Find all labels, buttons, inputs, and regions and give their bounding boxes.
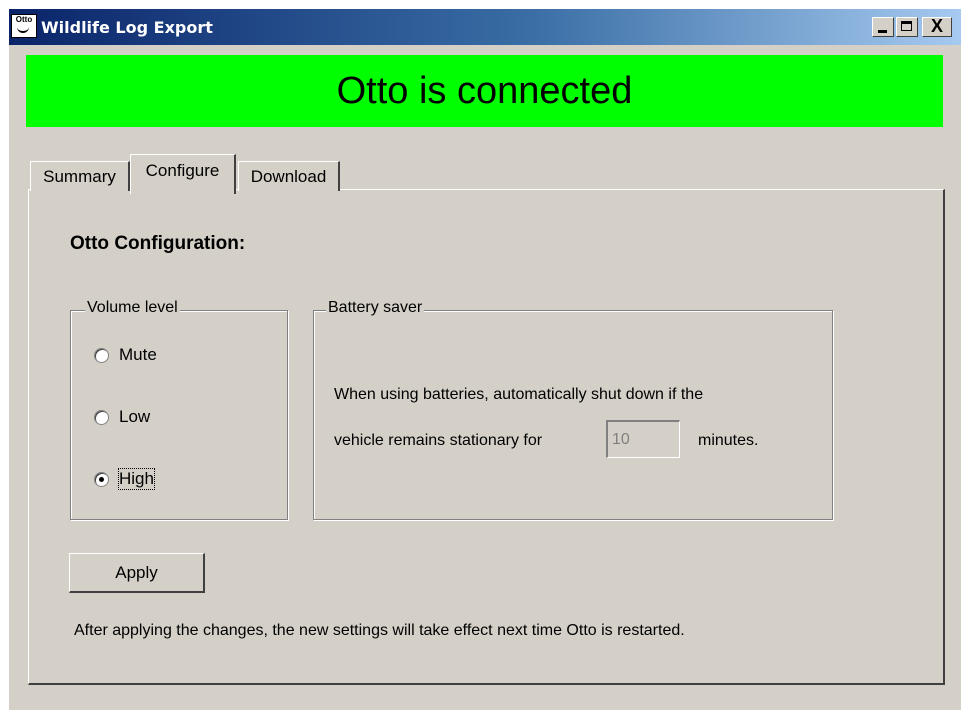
radio-label-low[interactable]: Low: [119, 407, 150, 427]
close-button[interactable]: X: [922, 16, 952, 37]
radio-high[interactable]: High: [94, 468, 155, 490]
battery-saver-legend: Battery saver: [326, 299, 425, 317]
radio-mute[interactable]: Mute: [94, 345, 157, 365]
maximize-icon: [901, 21, 912, 31]
connection-status-banner: Otto is connected: [26, 55, 943, 127]
minimize-button[interactable]: [872, 17, 894, 37]
battery-description-prefix: vehicle remains stationary for: [334, 432, 543, 449]
radio-label-high[interactable]: High: [118, 468, 155, 490]
tab-download[interactable]: Download: [238, 161, 340, 191]
title-bar[interactable]: Otto Wildlife Log Export X: [9, 9, 961, 45]
minimize-icon: [878, 30, 887, 33]
restart-note: After applying the changes, the new sett…: [74, 622, 685, 639]
configuration-heading: Otto Configuration:: [70, 233, 246, 254]
battery-saver-group: Battery saver: [313, 299, 833, 520]
window-title: Wildlife Log Export: [41, 18, 213, 37]
battery-description-line1: When using batteries, automatically shut…: [334, 386, 704, 403]
tab-configure[interactable]: Configure: [130, 154, 236, 194]
radio-circle-high[interactable]: [94, 471, 109, 487]
minutes-unit-label: minutes.: [698, 432, 759, 449]
radio-circle-low[interactable]: [94, 409, 109, 425]
close-icon: X: [930, 16, 943, 36]
app-icon-text: Otto: [15, 15, 33, 24]
radio-circle-mute[interactable]: [94, 347, 109, 363]
smile-icon: [17, 25, 29, 33]
radio-low[interactable]: Low: [94, 407, 150, 427]
maximize-button[interactable]: [896, 17, 918, 37]
volume-level-legend: Volume level: [85, 299, 180, 317]
stationary-minutes-input[interactable]: [606, 420, 680, 458]
radio-label-mute[interactable]: Mute: [119, 345, 157, 365]
tab-summary[interactable]: Summary: [30, 161, 130, 191]
apply-button[interactable]: Apply: [69, 553, 205, 593]
otto-app-icon[interactable]: Otto: [11, 14, 37, 38]
